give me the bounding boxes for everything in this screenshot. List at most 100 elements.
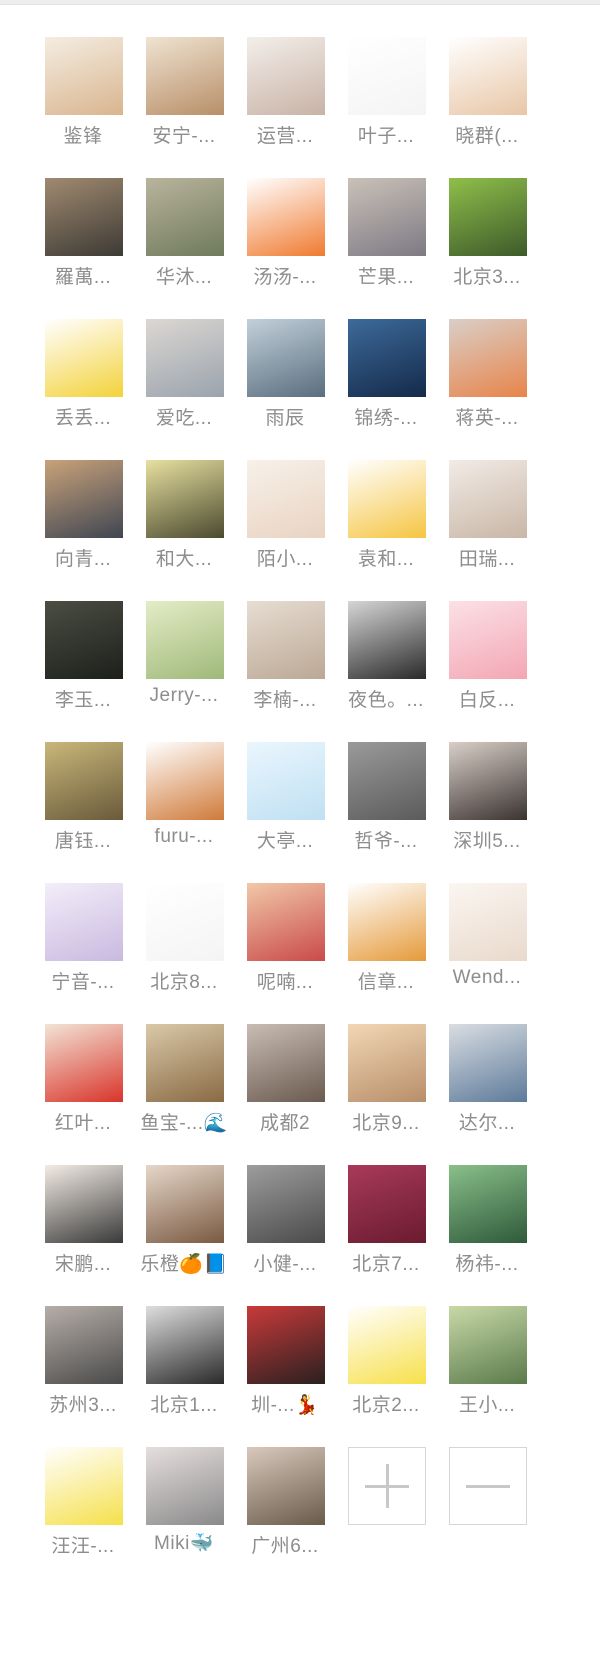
cat-city-icon[interactable] bbox=[146, 1024, 224, 1102]
member-cell[interactable]: 李楠-... bbox=[235, 601, 335, 741]
woman-hat-icon[interactable] bbox=[247, 1447, 325, 1525]
baymax-icon[interactable] bbox=[348, 1306, 426, 1384]
sunset-lake-icon[interactable] bbox=[45, 460, 123, 538]
girl-cartoon-icon[interactable] bbox=[45, 319, 123, 397]
member-cell[interactable]: 乐橙🍊📘 bbox=[134, 1165, 234, 1305]
woman-in-garden-icon[interactable] bbox=[146, 178, 224, 256]
member-cell[interactable]: 袁和... bbox=[336, 460, 436, 600]
member-cell[interactable]: 白反... bbox=[437, 601, 537, 741]
silhouette-night-icon[interactable] bbox=[45, 601, 123, 679]
presenter-icon[interactable] bbox=[45, 742, 123, 820]
member-cell[interactable]: 运营... bbox=[235, 37, 335, 177]
text-sticker-icon[interactable] bbox=[146, 883, 224, 961]
member-cell[interactable]: 汪汪-... bbox=[33, 1447, 133, 1587]
member-cell[interactable]: 和大... bbox=[134, 460, 234, 600]
selfie-clown-icon[interactable] bbox=[247, 883, 325, 961]
forest-landscape-icon[interactable] bbox=[449, 1165, 527, 1243]
man-black-hat-icon[interactable] bbox=[348, 601, 426, 679]
woman-on-bridge-icon[interactable] bbox=[146, 319, 224, 397]
member-cell[interactable]: 羅萬... bbox=[33, 178, 133, 318]
member-cell[interactable]: Miki🐳 bbox=[134, 1447, 234, 1587]
member-cell[interactable]: 安宁-... bbox=[134, 37, 234, 177]
princess-cartoon-icon[interactable] bbox=[45, 883, 123, 961]
member-cell[interactable]: 雨辰 bbox=[235, 319, 335, 459]
young-man-glasses-icon[interactable] bbox=[247, 319, 325, 397]
member-cell[interactable]: 李玉... bbox=[33, 601, 133, 741]
cartoon-boy-icon[interactable] bbox=[45, 1165, 123, 1243]
member-cell[interactable]: 圳-...💃 bbox=[235, 1306, 335, 1446]
girl-illustration-icon[interactable] bbox=[449, 883, 527, 961]
orangutan-icon[interactable] bbox=[146, 742, 224, 820]
night-sky-icon[interactable] bbox=[348, 319, 426, 397]
cat-meme-icon[interactable] bbox=[348, 742, 426, 820]
member-cell[interactable]: 信章... bbox=[336, 883, 436, 1023]
kitten-icon[interactable] bbox=[146, 1447, 224, 1525]
member-cell[interactable]: 王小... bbox=[437, 1306, 537, 1446]
add-member-button[interactable] bbox=[348, 1447, 426, 1525]
pink-anime-girl-icon[interactable] bbox=[449, 601, 527, 679]
member-cell[interactable]: Wend... bbox=[437, 883, 537, 1023]
man-denim-icon[interactable] bbox=[449, 1024, 527, 1102]
member-cell[interactable]: 大亭... bbox=[235, 742, 335, 882]
woman-cat-icon[interactable] bbox=[45, 1306, 123, 1384]
member-cell[interactable]: 红叶... bbox=[33, 1024, 133, 1164]
doodle-sticker-icon[interactable] bbox=[348, 37, 426, 115]
woman-orange-hat-icon[interactable] bbox=[449, 319, 527, 397]
member-cell[interactable]: 杨祎-... bbox=[437, 1165, 537, 1305]
girl-glasses-icon[interactable] bbox=[449, 460, 527, 538]
member-cell[interactable]: 陌小... bbox=[235, 460, 335, 600]
moon-face-emoji-icon[interactable] bbox=[45, 1447, 123, 1525]
smiley-emoji-icon[interactable] bbox=[348, 460, 426, 538]
girl-tree-icon[interactable] bbox=[449, 1306, 527, 1384]
member-cell[interactable]: 北京2... bbox=[336, 1306, 436, 1446]
member-cell[interactable]: 蒋英-... bbox=[437, 319, 537, 459]
woman-verified-icon[interactable] bbox=[146, 1165, 224, 1243]
member-cell[interactable]: 锦绣-... bbox=[336, 319, 436, 459]
member-cell[interactable]: 呢喃... bbox=[235, 883, 335, 1023]
member-cell[interactable]: 鉴锋 bbox=[33, 37, 133, 177]
member-cell[interactable]: 北京7... bbox=[336, 1165, 436, 1305]
heart-hands-icon[interactable] bbox=[146, 460, 224, 538]
member-cell[interactable]: furu-... bbox=[134, 742, 234, 882]
member-cell[interactable]: 北京1... bbox=[134, 1306, 234, 1446]
member-cell[interactable]: Jerry-... bbox=[134, 601, 234, 741]
member-cell[interactable]: 芒果... bbox=[336, 178, 436, 318]
rose-hand-icon[interactable] bbox=[247, 601, 325, 679]
woman-stage-icon[interactable] bbox=[247, 1024, 325, 1102]
cartoon-man-glasses-icon[interactable] bbox=[449, 37, 527, 115]
member-cell[interactable]: 北京9... bbox=[336, 1024, 436, 1164]
member-cell[interactable]: 鱼宝-...🌊 bbox=[134, 1024, 234, 1164]
anime-girl-icon[interactable] bbox=[247, 37, 325, 115]
white-cat-icon[interactable] bbox=[247, 1306, 325, 1384]
umbrella-art-icon[interactable] bbox=[146, 601, 224, 679]
woman-portrait-icon[interactable] bbox=[449, 742, 527, 820]
member-cell[interactable]: 深圳5... bbox=[437, 742, 537, 882]
member-cell[interactable]: 华沐... bbox=[134, 178, 234, 318]
member-cell[interactable]: 广州6... bbox=[235, 1447, 335, 1587]
puppy-photo-icon[interactable] bbox=[45, 37, 123, 115]
member-cell[interactable]: 唐钰... bbox=[33, 742, 133, 882]
man-in-suit-icon[interactable] bbox=[45, 178, 123, 256]
member-cell[interactable]: 汤汤-... bbox=[235, 178, 335, 318]
member-cell[interactable]: 北京3... bbox=[437, 178, 537, 318]
dog-photo-icon[interactable] bbox=[146, 37, 224, 115]
person-reading-icon[interactable] bbox=[449, 178, 527, 256]
carrot-cartoon-icon[interactable] bbox=[247, 178, 325, 256]
member-cell[interactable]: 苏州3... bbox=[33, 1306, 133, 1446]
member-cell[interactable]: 晓群(... bbox=[437, 37, 537, 177]
member-cell[interactable]: 成都2 bbox=[235, 1024, 335, 1164]
member-cell[interactable]: 宋鹏... bbox=[33, 1165, 133, 1305]
member-cell[interactable]: 宁音-... bbox=[33, 883, 133, 1023]
woman-bokeh-icon[interactable] bbox=[348, 1024, 426, 1102]
tom-cat-icon[interactable] bbox=[348, 1165, 426, 1243]
woman-newspaper-icon[interactable] bbox=[348, 178, 426, 256]
member-cell[interactable]: 向青... bbox=[33, 460, 133, 600]
remove-member-button[interactable] bbox=[449, 1447, 527, 1525]
member-cell[interactable]: 田瑞... bbox=[437, 460, 537, 600]
member-cell[interactable]: 丢丢... bbox=[33, 319, 133, 459]
member-cell[interactable]: 达尔... bbox=[437, 1024, 537, 1164]
cat-figure-icon[interactable] bbox=[247, 1165, 325, 1243]
red-poster-man-icon[interactable] bbox=[45, 1024, 123, 1102]
member-cell[interactable]: 爱吃... bbox=[134, 319, 234, 459]
chicken-leg-icon[interactable] bbox=[348, 883, 426, 961]
